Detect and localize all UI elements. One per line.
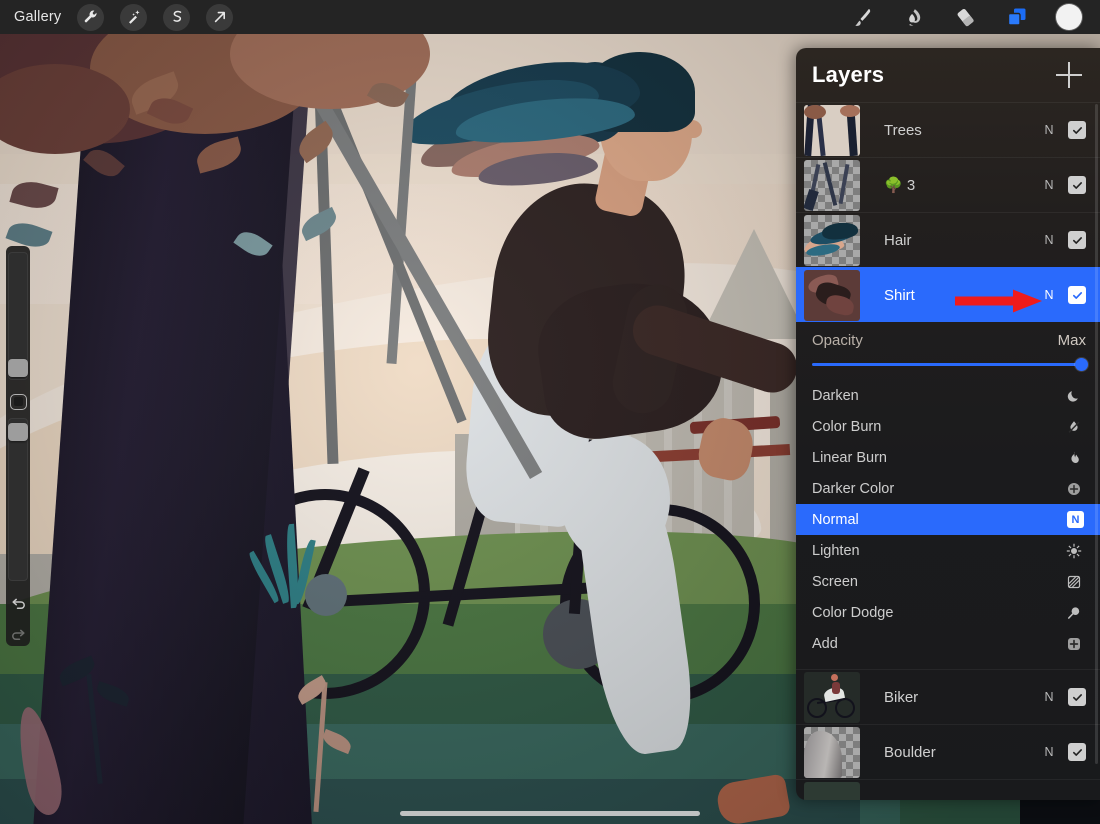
left-sidebar <box>6 246 30 646</box>
blend-mode-item-lighten[interactable]: Lighten <box>796 535 1100 566</box>
brush-size-slider[interactable] <box>8 252 28 381</box>
blend-mode-button[interactable]: N <box>1038 690 1060 704</box>
blend-mode-label: Screen <box>812 573 858 590</box>
layer-visibility-checkbox[interactable] <box>1068 231 1086 249</box>
layers-scrollbar[interactable] <box>1095 104 1098 764</box>
flame-icon <box>1064 448 1084 468</box>
layer-thumbnail[interactable] <box>804 104 860 156</box>
layer-thumbnail[interactable] <box>804 671 860 723</box>
opacity-label: Opacity <box>812 332 863 349</box>
blend-mode-item-color-burn[interactable]: Color Burn <box>796 411 1100 442</box>
layer-name: Biker <box>884 688 919 706</box>
blend-mode-label: Add <box>812 635 838 652</box>
redo-icon[interactable] <box>7 625 29 646</box>
blend-mode-button[interactable]: N <box>1038 233 1060 247</box>
blend-mode-label: Darken <box>812 387 859 404</box>
blend-mode-label: Lighten <box>812 542 860 559</box>
blend-mode-label: Linear Burn <box>812 449 887 466</box>
layer-row[interactable]: Trees N <box>796 102 1100 157</box>
layer-thumbnail[interactable] <box>804 214 860 266</box>
procreate-app-window: Gallery Layers Trees N 🌳 3 N Hair N Shir… <box>0 0 1100 824</box>
layer-thumbnail[interactable] <box>804 726 860 778</box>
blend-mode-button[interactable]: N <box>1038 745 1060 759</box>
layers-panel-header: Layers <box>796 48 1100 102</box>
blend-mode-label: Color Burn <box>812 418 882 435</box>
smudge-icon[interactable] <box>900 4 926 30</box>
s-curve-icon[interactable] <box>163 3 191 31</box>
opacity-value: Max <box>1057 332 1086 349</box>
opacity-slider[interactable] <box>812 358 1088 371</box>
opacity-section: Opacity Max <box>796 322 1100 378</box>
top-toolbar: Gallery <box>0 0 1100 34</box>
blend-mode-item-screen[interactable]: Screen <box>796 566 1100 597</box>
layer-row-selected[interactable]: Shirt N <box>796 267 1100 322</box>
blend-mode-item-normal[interactable]: Normal N <box>796 504 1100 535</box>
opacity-slider-handle[interactable] <box>1075 358 1088 371</box>
color-icon[interactable] <box>1056 4 1082 30</box>
blend-mode-item-linear-burn[interactable]: Linear Burn <box>796 442 1100 473</box>
blend-mode-label: Normal <box>812 511 859 528</box>
layers-panel: Layers Trees N 🌳 3 N Hair N Shirt N Opac… <box>796 48 1100 800</box>
layer-visibility-checkbox[interactable] <box>1068 121 1086 139</box>
layer-name: 🌳 3 <box>884 177 916 194</box>
layer-row[interactable]: Biker N <box>796 669 1100 724</box>
eraser-icon[interactable] <box>952 4 978 30</box>
blend-mode-item-color-dodge[interactable]: Color Dodge <box>796 597 1100 628</box>
arrow-icon[interactable] <box>206 3 234 31</box>
n-badge-icon: N <box>1067 511 1084 528</box>
layer-row[interactable]: Hair N <box>796 212 1100 267</box>
brush-size-handle[interactable] <box>8 359 28 377</box>
blend-mode-label: Color Dodge <box>812 604 894 621</box>
blend-mode-label: Darker Color <box>812 480 895 497</box>
layer-row-partial[interactable] <box>796 779 1100 800</box>
layer-visibility-checkbox[interactable] <box>1068 286 1086 304</box>
red-arrow-annotation <box>955 289 1042 313</box>
layer-visibility-checkbox[interactable] <box>1068 176 1086 194</box>
plus-square-icon <box>1064 634 1084 654</box>
layer-name: Hair <box>884 231 912 249</box>
home-indicator <box>400 811 700 816</box>
moon-icon <box>1064 386 1084 406</box>
blend-mode-button[interactable]: N <box>1038 178 1060 192</box>
droplet-slash-icon <box>1064 417 1084 437</box>
brush-opacity-handle[interactable] <box>8 423 28 442</box>
layer-thumbnail[interactable] <box>804 781 860 800</box>
blend-mode-item-darken[interactable]: Darken <box>796 380 1100 411</box>
blend-mode-list: Darken Color Burn Linear Burn Darker Col… <box>796 378 1100 663</box>
layer-thumbnail[interactable] <box>804 159 860 211</box>
layers-panel-title: Layers <box>812 62 885 87</box>
circle-plus-icon <box>1064 479 1084 499</box>
blend-mode-item-darker-color[interactable]: Darker Color <box>796 473 1100 504</box>
gallery-button[interactable]: Gallery <box>14 9 61 25</box>
hatched-square-icon <box>1064 572 1084 592</box>
blend-mode-item-add[interactable]: Add <box>796 628 1100 659</box>
layer-name: Boulder <box>884 743 936 761</box>
layer-row[interactable]: Boulder N <box>796 724 1100 779</box>
brush-icon[interactable] <box>848 4 874 30</box>
magic-wand-icon[interactable] <box>120 3 148 31</box>
modify-button[interactable] <box>9 394 27 411</box>
sunburst-icon <box>1064 541 1084 561</box>
undo-icon[interactable] <box>7 595 29 616</box>
layer-row[interactable]: 🌳 3 N <box>796 157 1100 212</box>
wrench-icon[interactable] <box>77 3 105 31</box>
layer-visibility-checkbox[interactable] <box>1068 743 1086 761</box>
layer-visibility-checkbox[interactable] <box>1068 688 1086 706</box>
blend-mode-button[interactable]: N <box>1038 123 1060 137</box>
magnifier-icon <box>1064 603 1084 623</box>
layers-icon[interactable] <box>1004 4 1030 30</box>
layer-name: Trees <box>884 121 922 139</box>
add-layer-button[interactable] <box>1056 62 1082 88</box>
brush-opacity-slider[interactable] <box>8 418 28 581</box>
layer-thumbnail[interactable] <box>804 269 860 321</box>
